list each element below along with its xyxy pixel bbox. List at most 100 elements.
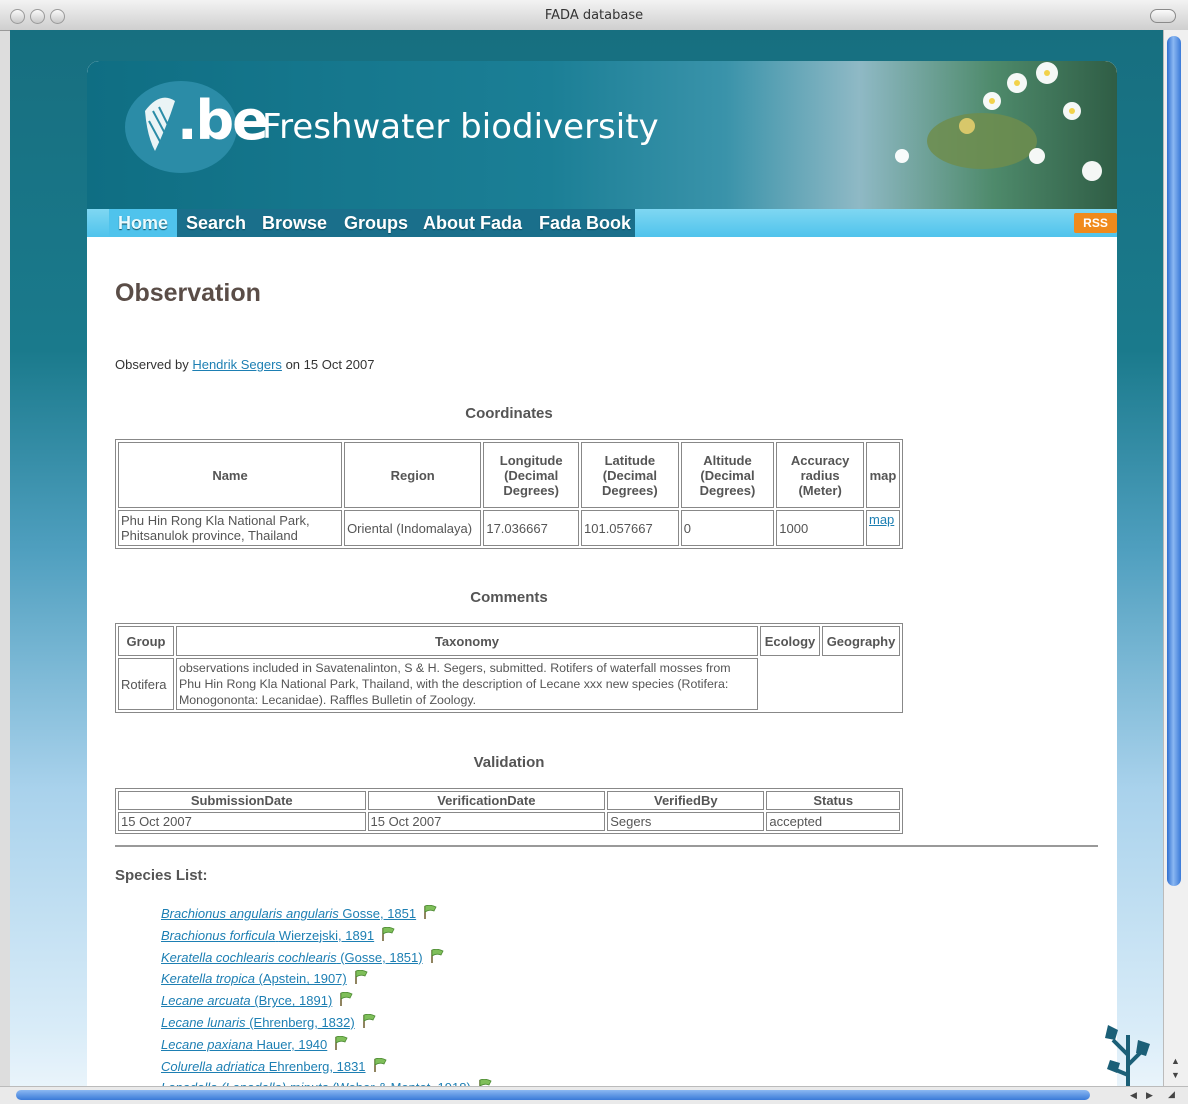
tab-browse[interactable]: Browse [253, 209, 336, 237]
plant-decoration-icon [1105, 1025, 1150, 1086]
page-container: .be Freshwater biodiversity Home Search … [87, 61, 1117, 1086]
table-row: Phu Hin Rong Kla National Park, Phitsanu… [118, 510, 900, 546]
species-author: Wierzejski, 1891 [278, 927, 375, 943]
vertical-scrollbar[interactable]: ▲ ▼ [1163, 30, 1188, 1086]
species-link[interactable]: Keratella tropica (Apstein, 1907) [161, 971, 347, 986]
species-list: Brachionus angularis angularis Gosse, 18… [161, 905, 493, 1086]
tab-groups[interactable]: Groups [335, 209, 417, 237]
col-map-header: map [865, 442, 900, 508]
flag-icon[interactable] [380, 926, 396, 941]
tab-fada-book[interactable]: Fada Book [530, 209, 640, 237]
col-geography-header: Geography [822, 626, 900, 656]
flag-icon[interactable] [422, 905, 438, 919]
ecology-cell [760, 658, 820, 710]
flag-icon[interactable] [338, 992, 354, 1007]
scroll-down-arrow-icon[interactable]: ▼ [1171, 1070, 1180, 1080]
species-link[interactable]: Brachionus forficula Wierzejski, 1891 [161, 928, 374, 943]
species-link[interactable]: Lecane paxiana Hauer, 1940 [161, 1037, 327, 1052]
observer-link[interactable]: Hendrik Segers [192, 357, 282, 372]
coordinates-title: Coordinates [465, 405, 553, 422]
validation-header-row: SubmissionDate VerificationDate Verified… [118, 791, 900, 810]
species-link[interactable]: Lecane lunaris (Ehrenberg, 1832) [161, 1015, 355, 1030]
species-list-title: Species List: [115, 867, 208, 884]
table-row: Rotifera observations included in Savate… [118, 658, 900, 710]
longitude-cell: 17.036667 [483, 510, 579, 546]
window-title: FADA database [544, 8, 644, 23]
flag-icon[interactable] [372, 1057, 388, 1072]
site-banner: .be Freshwater biodiversity [87, 61, 1117, 209]
col-latitude-header: Latitude (Decimal Degrees) [581, 442, 679, 508]
list-item: Lecane lunaris (Ehrenberg, 1832) [161, 1013, 493, 1036]
species-author: Ehrenberg, 1831 [268, 1058, 366, 1074]
horizontal-scroll-thumb[interactable] [16, 1090, 1090, 1100]
region-cell: Oriental (Indomalaya) [344, 510, 482, 546]
flag-icon[interactable] [477, 1079, 493, 1086]
site-title: Freshwater biodiversity [262, 107, 659, 147]
species-name: Keratella cochlearis cochlearis [161, 949, 337, 965]
species-link[interactable]: Brachionus angularis angularis Gosse, 18… [161, 906, 416, 921]
species-link[interactable]: Lecane arcuata (Bryce, 1891) [161, 993, 332, 1008]
scroll-right-arrow-icon[interactable]: ▶ [1146, 1090, 1153, 1101]
tab-search[interactable]: Search [177, 209, 255, 237]
flower-center-1 [989, 98, 995, 104]
flower-5 [1029, 148, 1045, 164]
group-cell: Rotifera [118, 658, 174, 710]
col-name-header: Name [118, 442, 343, 508]
comments-title: Comments [470, 589, 548, 606]
list-item: Lecane paxiana Hauer, 1940 [161, 1035, 493, 1058]
col-verified-by-header: VerifiedBy [607, 791, 765, 810]
vertical-scroll-thumb[interactable] [1167, 36, 1181, 886]
species-name: Keratella tropica [161, 971, 255, 987]
map-cell: map [865, 510, 900, 546]
flower-center-2 [1014, 80, 1020, 86]
flag-icon[interactable] [361, 1013, 377, 1028]
species-author: Gosse, 1851 [342, 906, 417, 921]
species-name: Lecane arcuata [161, 993, 251, 1009]
list-item: Lepadella (Lepadella) minuta (Weber & Mo… [161, 1079, 493, 1086]
scroll-left-arrow-icon[interactable]: ◀ [1130, 1090, 1137, 1101]
col-ecology-header: Ecology [760, 626, 820, 656]
species-name: Lecane paxiana [161, 1036, 253, 1052]
toolbar-toggle-button[interactable] [1150, 9, 1176, 23]
flag-icon[interactable] [429, 948, 445, 963]
frog-eye [959, 118, 975, 134]
resize-grip-icon[interactable]: ◢ [1168, 1089, 1175, 1100]
col-accuracy-header: Accuracy radius (Meter) [776, 442, 864, 508]
window-titlebar: FADA database [0, 0, 1188, 31]
status-cell: accepted [766, 812, 900, 831]
tab-home[interactable]: Home [109, 209, 178, 237]
flag-icon[interactable] [333, 1035, 349, 1050]
species-name: Colurella adriatica [161, 1058, 266, 1074]
list-item: Brachionus angularis angularis Gosse, 18… [161, 905, 493, 927]
species-author: (Apstein, 1907) [258, 971, 347, 987]
horizontal-scrollbar[interactable]: ◀ ▶ ◢ [0, 1086, 1188, 1104]
verification-date-cell: 15 Oct 2007 [367, 812, 606, 831]
col-group-header: Group [118, 626, 174, 656]
accuracy-cell: 1000 [776, 510, 864, 546]
list-item: Colurella adriatica Ehrenberg, 1831 [161, 1057, 493, 1080]
browser-viewport: .be Freshwater biodiversity Home Search … [10, 30, 1163, 1086]
flower-7 [895, 149, 909, 163]
col-taxonomy-header: Taxonomy [175, 626, 759, 656]
flag-icon[interactable] [353, 970, 369, 985]
species-author: (Bryce, 1891) [254, 993, 333, 1009]
species-name: Brachionus forficula [161, 927, 276, 943]
species-link[interactable]: Keratella cochlearis cochlearis (Gosse, … [161, 950, 423, 965]
table-row: 15 Oct 2007 15 Oct 2007 Segers accepted [118, 812, 900, 831]
verified-by-cell: Segers [607, 812, 765, 831]
rss-feed-button[interactable]: RSS [1074, 213, 1117, 233]
map-link[interactable]: map [869, 512, 894, 527]
list-item: Keratella tropica (Apstein, 1907) [161, 970, 493, 992]
species-name: Lecane lunaris [161, 1014, 246, 1030]
main-navigation: Home Search Browse Groups About Fada Fad… [87, 209, 1117, 237]
species-link[interactable]: Colurella adriatica Ehrenberg, 1831 [161, 1059, 366, 1074]
scroll-up-arrow-icon[interactable]: ▲ [1171, 1056, 1180, 1066]
submission-date-cell: 15 Oct 2007 [118, 812, 366, 831]
tab-about-fada[interactable]: About Fada [414, 209, 531, 237]
location-name-cell: Phu Hin Rong Kla National Park, Phitsanu… [118, 510, 343, 546]
list-item: Lecane arcuata (Bryce, 1891) [161, 992, 493, 1014]
flower-center-3 [1044, 70, 1050, 76]
coordinates-table: Name Region Longitude (Decimal Degrees) … [115, 439, 903, 549]
observed-by-line: Observed by Hendrik Segers on 15 Oct 200… [115, 357, 374, 372]
flower-6 [1082, 161, 1102, 181]
